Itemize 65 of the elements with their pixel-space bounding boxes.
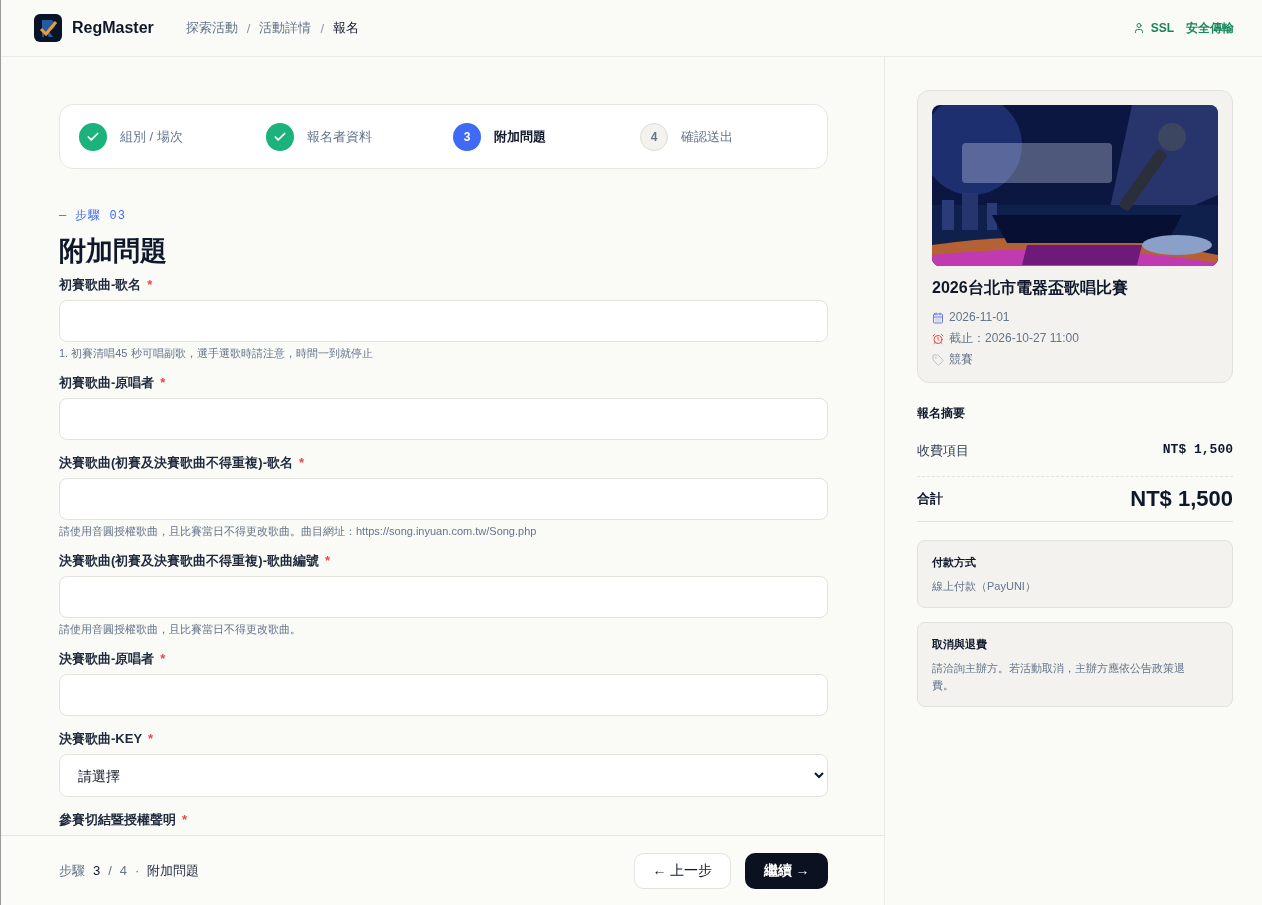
event-meta: 2026-11-01 <box>949 309 1010 326</box>
event-title: 2026台北市電器盃歌唱比賽 <box>932 278 1129 298</box>
required-mark: * <box>160 375 166 390</box>
secure-text: 安全傳輸 <box>1186 19 1234 37</box>
calendar-icon <box>932 311 944 324</box>
step-current: 3 <box>93 863 101 878</box>
field-label: 決賽歌曲-KEY <box>59 731 143 746</box>
info-text: 請洽詢主辦方。若活動取消，主辦方應依公告政策退費。 <box>932 661 1186 693</box>
step-indicator: 3 <box>453 122 481 151</box>
field-label: 決賽歌曲-原唱者 <box>59 651 155 666</box>
breadcrumb-separator: / <box>246 20 251 36</box>
breadcrumb-separator: / <box>320 20 325 36</box>
breadcrumb-link[interactable]: 活動詳情 <box>259 19 312 37</box>
alarm-clock-icon <box>932 332 944 345</box>
info-title: 取消與退費 <box>932 637 988 652</box>
breadcrumb-link[interactable]: 報名 <box>333 19 360 37</box>
tag-icon <box>932 353 944 366</box>
breadcrumb-link[interactable]: 探索活動 <box>185 19 238 37</box>
required-mark: * <box>182 812 188 827</box>
input-field[interactable] <box>59 398 828 440</box>
step-eyebrow: — 步驟 03 <box>59 209 127 223</box>
info-title: 付款方式 <box>932 555 977 570</box>
required-mark: * <box>325 553 331 568</box>
field-label: 初賽歌曲-歌名 <box>59 277 142 292</box>
step-separator: / <box>108 863 112 878</box>
brand-name: RegMaster <box>72 19 154 37</box>
field-label: 決賽歌曲(初賽及決賽歌曲不得重複)-歌曲編號 <box>59 553 319 568</box>
continue-button[interactable]: 繼續 → <box>745 852 828 889</box>
step-indicator: 4 <box>640 122 668 151</box>
total-label: 合計 <box>917 490 943 508</box>
person-icon <box>1132 22 1145 34</box>
input-field[interactable] <box>59 478 828 520</box>
field-hint: 請使用音圓授權歌曲，且比賽當日不得更改歌曲。曲目網址：https://song.inyuan.com.tw/Song.php <box>59 524 538 538</box>
step-label: 確認送出 <box>681 127 733 146</box>
field-label: 決賽歌曲(初賽及決賽歌曲不得重複)-歌名 <box>59 455 293 470</box>
input-field[interactable] <box>59 674 828 716</box>
field-hint: 1. 初賽清唱45 秒可唱副歌，選手選歌時請注意，時間一到就停止 <box>59 346 374 360</box>
field-hint: 請使用音圓授權歌曲，且比賽當日不得更改歌曲。 <box>59 622 302 636</box>
step-label: 附加問題 <box>494 127 546 146</box>
fee-label: 收費項目 <box>917 442 969 460</box>
event-meta: 競賽 <box>949 351 973 368</box>
select-field[interactable]: 請選擇 <box>59 754 828 797</box>
step-label: 報名者資料 <box>307 127 372 146</box>
step-word: 步驟 <box>59 861 85 880</box>
step-label: 組別 / 場次 <box>120 127 183 146</box>
field-label: 初賽歌曲-原唱者 <box>59 375 155 390</box>
fee-amount: NT$ 1,500 <box>1162 441 1233 457</box>
step-total: 4 <box>119 863 128 878</box>
step-dot: · <box>135 863 140 878</box>
input-field[interactable] <box>59 576 828 618</box>
section-title: 附加問題 <box>59 235 168 268</box>
total-amount: NT$ 1,500 <box>1130 486 1233 512</box>
field-label: 參賽切結暨授權聲明 <box>59 812 176 827</box>
summary-title: 報名摘要 <box>917 405 966 422</box>
ssl-label: SSL <box>1150 21 1174 35</box>
required-mark: * <box>148 731 154 746</box>
back-button[interactable]: ← 上一步 <box>634 852 731 889</box>
event-meta: 截止：2026-10-27 11:00 <box>949 330 1079 347</box>
info-text: 線上付款（PayUNI） <box>932 579 1037 594</box>
input-field[interactable] <box>59 300 828 342</box>
step-name: 附加問題 <box>147 861 200 880</box>
required-mark: * <box>160 651 166 666</box>
logo-icon <box>34 14 62 42</box>
required-mark: * <box>299 455 305 470</box>
required-mark: * <box>147 277 153 292</box>
